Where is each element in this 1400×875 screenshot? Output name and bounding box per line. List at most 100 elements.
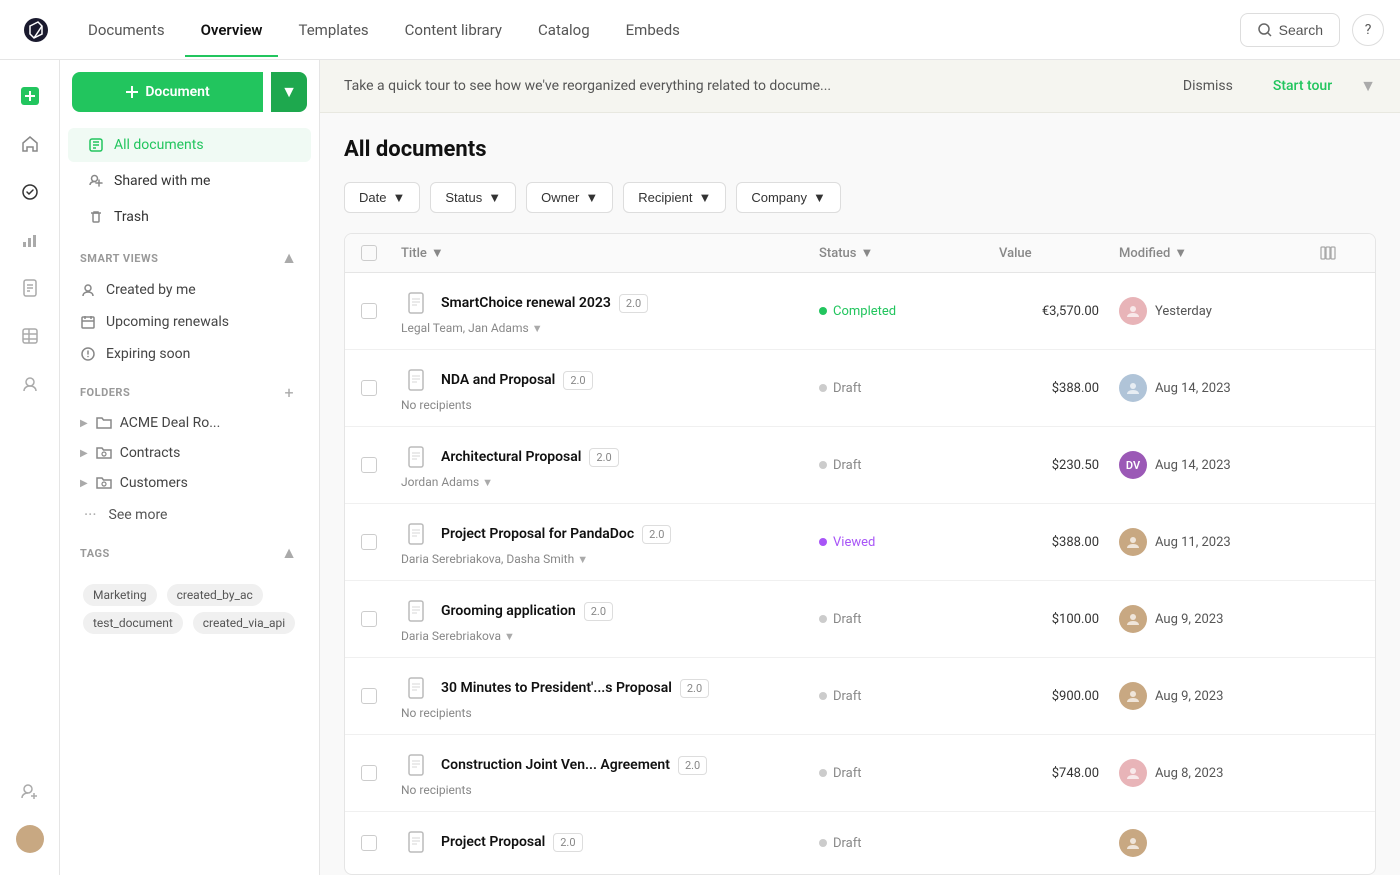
sidebar-bottom-icons <box>10 771 50 859</box>
table-row[interactable]: Project Proposal for PandaDoc 2.0 Daria … <box>345 504 1375 581</box>
search-button[interactable]: Search <box>1240 13 1340 47</box>
doc-version-badge: 2.0 <box>680 679 709 698</box>
new-document-main-button[interactable]: Document <box>72 72 263 112</box>
doc-name: 30 Minutes to President'...s Proposal 2.… <box>401 672 819 704</box>
table-row[interactable]: Project Proposal 2.0 Draft <box>345 812 1375 874</box>
modified-cell <box>1119 829 1319 857</box>
table-row[interactable]: 30 Minutes to President'...s Proposal 2.… <box>345 658 1375 735</box>
row-checkbox[interactable] <box>361 835 401 851</box>
status-badge: Draft <box>819 381 999 396</box>
tour-banner-expand-icon[interactable]: ▼ <box>1360 76 1376 96</box>
nav-tab-templates[interactable]: Templates <box>282 13 384 47</box>
new-document-label: Document <box>145 84 209 100</box>
start-tour-button[interactable]: Start tour <box>1261 72 1344 100</box>
status-badge: Draft <box>819 766 999 781</box>
sidebar-icon-table[interactable] <box>10 316 50 356</box>
nav-item-shared-with-me[interactable]: Shared with me <box>68 164 311 198</box>
search-label: Search <box>1279 22 1323 38</box>
sidebar-icon-tasks[interactable] <box>10 172 50 212</box>
sidebar-icon-analytics[interactable] <box>10 220 50 260</box>
modified-cell: Aug 9, 2023 <box>1119 682 1319 710</box>
recipient-chevron[interactable]: ▼ <box>532 322 543 335</box>
folder-item-customers[interactable]: ▶ Customers <box>60 468 319 498</box>
tags-collapse-icon[interactable]: ▲ <box>279 543 299 563</box>
row-checkbox[interactable] <box>361 765 401 781</box>
smart-view-expiring-soon[interactable]: Expiring soon <box>60 338 319 370</box>
nav-tab-catalog[interactable]: Catalog <box>522 13 606 47</box>
row-checkbox[interactable] <box>361 611 401 627</box>
smart-view-expiring-soon-label: Expiring soon <box>106 346 190 362</box>
tag-created-by-ac[interactable]: created_by_ac <box>167 584 263 606</box>
filter-date[interactable]: Date ▼ <box>344 182 420 213</box>
sidebar-icon-add-user[interactable] <box>10 771 50 811</box>
row-checkbox[interactable] <box>361 303 401 319</box>
table-row[interactable]: SmartChoice renewal 2023 2.0 Legal Team,… <box>345 273 1375 350</box>
nav-item-all-documents[interactable]: All documents <box>68 128 311 162</box>
folder-item-acme[interactable]: ▶ ACME Deal Ro... <box>60 408 319 438</box>
status-dot <box>819 839 827 847</box>
table-row[interactable]: Construction Joint Ven... Agreement 2.0 … <box>345 735 1375 812</box>
recipient-chevron[interactable]: ▼ <box>577 553 588 566</box>
sidebar-icon-documents[interactable] <box>10 268 50 308</box>
status-dot <box>819 461 827 469</box>
recipient-chevron[interactable]: ▼ <box>504 630 515 643</box>
folder-item-contracts[interactable]: ▶ Contracts <box>60 438 319 468</box>
sidebar-icon-add[interactable] <box>10 76 50 116</box>
nav-tab-embeds[interactable]: Embeds <box>610 13 696 47</box>
header-status-cell[interactable]: Status ▼ <box>819 245 999 261</box>
filter-recipient[interactable]: Recipient ▼ <box>623 182 726 213</box>
status-dot <box>819 769 827 777</box>
tag-test-document[interactable]: test_document <box>83 612 183 634</box>
sidebar-icon-home[interactable] <box>10 124 50 164</box>
row-checkbox[interactable] <box>361 457 401 473</box>
nav-tab-content-library[interactable]: Content library <box>389 13 518 47</box>
doc-title-area: Architectural Proposal 2.0 Jordan Adams … <box>401 441 819 489</box>
doc-file-icon <box>401 518 433 550</box>
status-badge: Draft <box>819 836 999 851</box>
avatar <box>1119 528 1147 556</box>
see-more-button[interactable]: ··· See more <box>60 498 319 531</box>
sidebar-icon-contacts[interactable] <box>10 364 50 404</box>
filter-status[interactable]: Status ▼ <box>430 182 516 213</box>
filter-owner[interactable]: Owner ▼ <box>526 182 613 213</box>
doc-file-icon <box>401 287 433 319</box>
new-document-dropdown-button[interactable]: ▼ <box>271 72 307 112</box>
table-row[interactable]: Architectural Proposal 2.0 Jordan Adams … <box>345 427 1375 504</box>
recipient-chevron[interactable]: ▼ <box>482 476 493 489</box>
doc-title-area: Construction Joint Ven... Agreement 2.0 … <box>401 749 819 797</box>
table-row[interactable]: NDA and Proposal 2.0 No recipients Draft… <box>345 350 1375 427</box>
smart-view-upcoming-renewals[interactable]: Upcoming renewals <box>60 306 319 338</box>
status-label: Draft <box>833 612 862 627</box>
filter-company[interactable]: Company ▼ <box>736 182 841 213</box>
header-modified-cell[interactable]: Modified ▼ <box>1119 245 1319 261</box>
smart-view-created-by-me[interactable]: Created by me <box>60 274 319 306</box>
dismiss-button[interactable]: Dismiss <box>1171 72 1245 100</box>
see-more-label: See more <box>109 507 168 523</box>
filter-bar: Date ▼ Status ▼ Owner ▼ Recipient ▼ Comp… <box>344 182 1376 213</box>
modified-cell: Aug 14, 2023 <box>1119 374 1319 402</box>
header-title-cell[interactable]: Title ▼ <box>401 245 819 261</box>
main-content: Take a quick tour to see how we've reorg… <box>320 60 1400 875</box>
status-dot <box>819 384 827 392</box>
header-columns-icon[interactable] <box>1319 244 1359 262</box>
app-logo[interactable] <box>16 10 56 50</box>
doc-sub-text: Daria Serebriakova, Dasha Smith ▼ <box>401 552 819 566</box>
nav-tab-documents[interactable]: Documents <box>72 13 181 47</box>
table-row[interactable]: Grooming application 2.0 Daria Serebriak… <box>345 581 1375 658</box>
row-checkbox[interactable] <box>361 534 401 550</box>
nav-item-trash[interactable]: Trash <box>68 200 311 234</box>
folders-add-icon[interactable]: + <box>279 382 299 402</box>
tag-marketing[interactable]: Marketing <box>83 584 157 606</box>
row-checkbox[interactable] <box>361 380 401 396</box>
sidebar-icon-profile[interactable] <box>10 819 50 859</box>
doc-name: Project Proposal for PandaDoc 2.0 <box>401 518 819 550</box>
tag-created-via-api[interactable]: created_via_api <box>193 612 295 634</box>
nav-tab-overview[interactable]: Overview <box>185 13 279 47</box>
header-checkbox-cell <box>361 245 401 261</box>
smart-views-label: SMART VIEWS <box>80 252 158 265</box>
help-button[interactable]: ? <box>1352 14 1384 46</box>
row-checkbox[interactable] <box>361 688 401 704</box>
select-all-checkbox[interactable] <box>361 245 377 261</box>
doc-title-text: Construction Joint Ven... Agreement <box>441 757 670 773</box>
smart-views-collapse-icon[interactable]: ▲ <box>279 248 299 268</box>
